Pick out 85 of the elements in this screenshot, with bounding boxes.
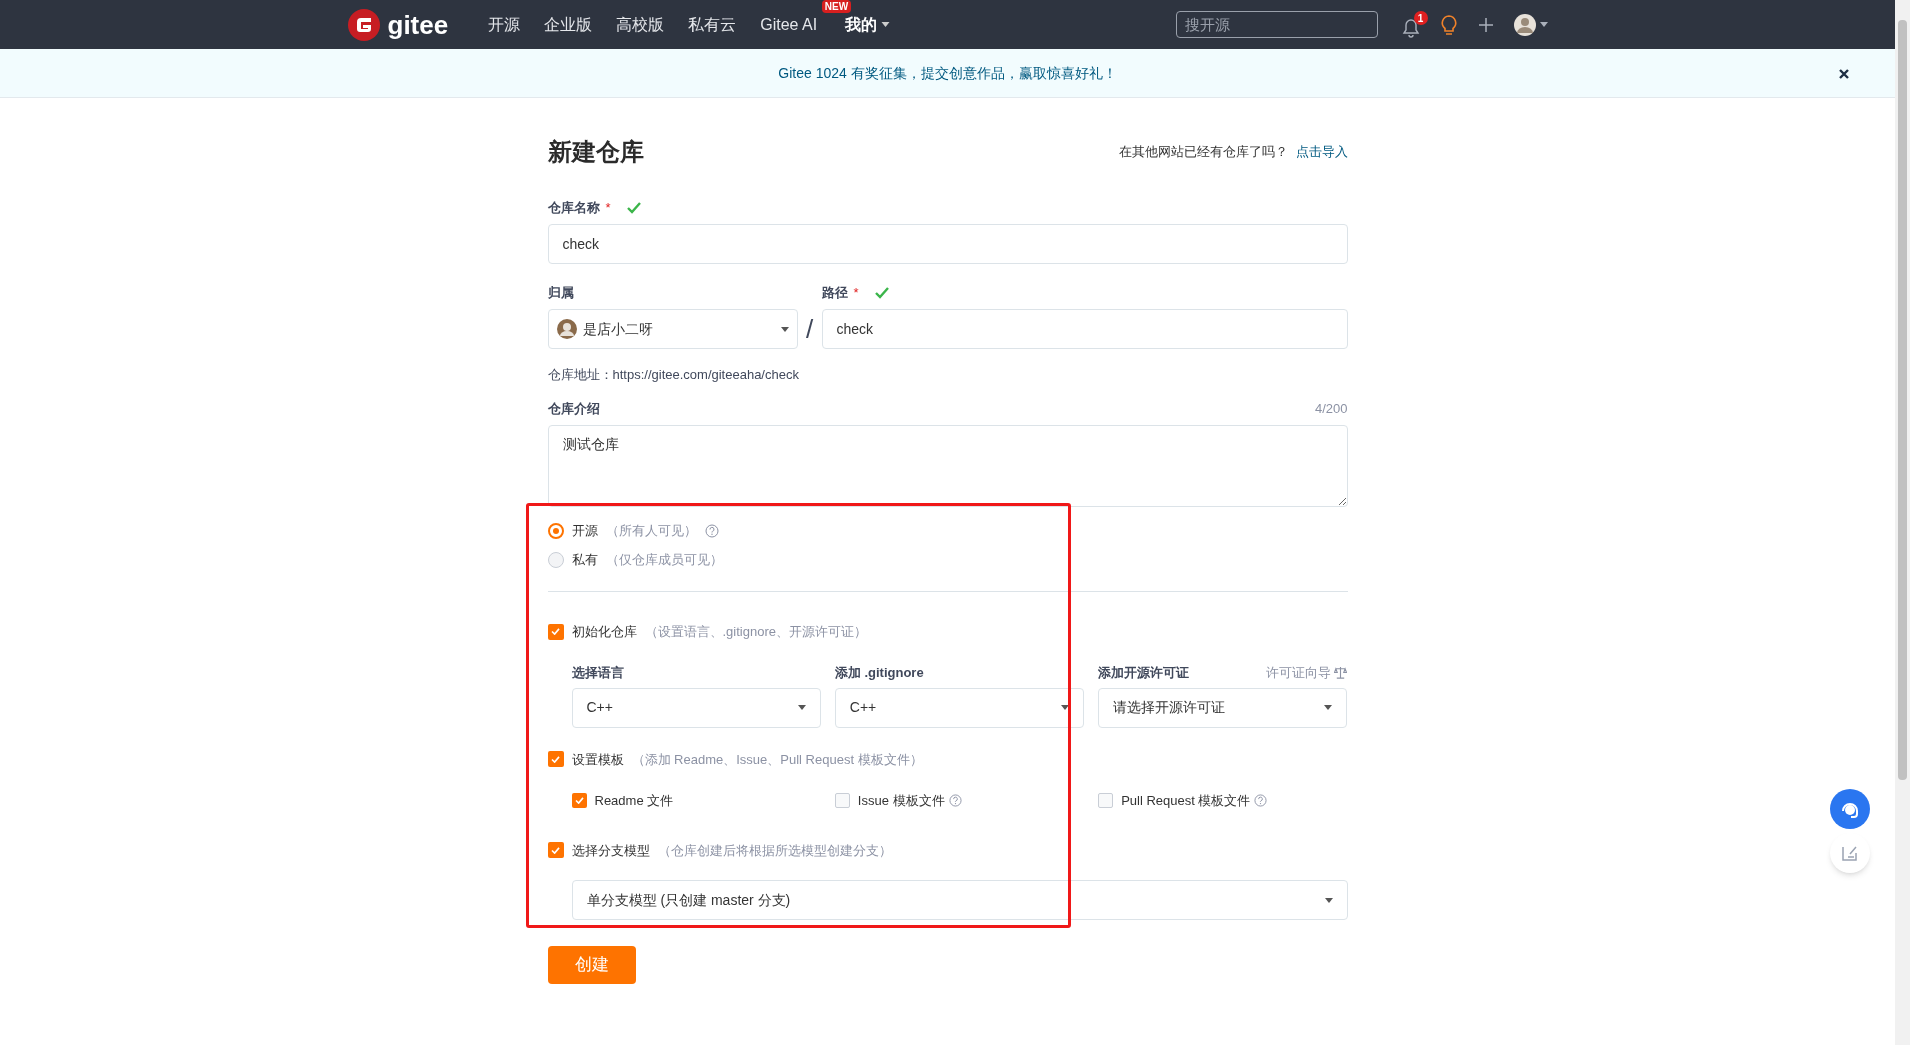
plus-icon[interactable] (1477, 16, 1494, 33)
radio-button[interactable] (547, 551, 564, 568)
option-label: 开源 (571, 521, 598, 540)
checkbox[interactable] (547, 751, 564, 768)
option-label: 私有 (571, 550, 598, 569)
caret-icon (797, 705, 806, 710)
required-mark: * (605, 199, 611, 218)
checkmark-icon (626, 202, 641, 214)
help-icon[interactable] (1254, 794, 1268, 808)
field-label: 添加开源许可证 (1098, 663, 1190, 682)
null (574, 797, 584, 805)
dropdown-select[interactable]: C++ (834, 687, 1085, 728)
option-hint: （设置语言、.gitignore、开源许可证） (644, 623, 867, 641)
checkbox[interactable] (834, 793, 850, 809)
avatar-icon (556, 319, 577, 339)
import-prompt: 在其他网站已经有仓库了吗？ (1118, 143, 1288, 162)
caret-icon (1324, 705, 1333, 710)
checkbox-label: 选择分支模型 (571, 841, 650, 860)
character-counter: 4/200 (1314, 399, 1348, 418)
dropdown-select[interactable]: 请选择开源许可证 (1098, 687, 1348, 728)
option-hint: （所有人可见） (605, 521, 697, 540)
repo-address: 仓库地址：https://gitee.com/giteeaha/check (547, 366, 800, 384)
description-field[interactable]: 测试仓库 (547, 425, 1348, 507)
option-hint: （仓库创建后将根据所选模型创建分支） (657, 841, 892, 860)
owner-select[interactable]: 是店小二呀 (547, 309, 798, 349)
required-mark: * (853, 284, 859, 303)
checkbox-label: Issue 模板文件 (857, 792, 945, 810)
field-label: 添加 .gitignore (834, 663, 924, 682)
caret-icon (1539, 22, 1548, 27)
user-menu[interactable] (1513, 13, 1548, 36)
edit-icon (1842, 845, 1858, 861)
option-hint: （添加 Readme、Issue、Pull Request 模板文件） (631, 750, 923, 769)
nav-menu[interactable]: 我的 (845, 12, 891, 37)
help-icon[interactable] (704, 523, 719, 538)
radio-button[interactable] (547, 522, 564, 539)
checkbox[interactable] (547, 623, 564, 640)
option-hint: （仅仓库成员可见） (605, 550, 723, 569)
field-label: 仓库介绍 (547, 399, 600, 418)
null (551, 755, 560, 763)
checkbox-label: Readme 文件 (594, 792, 674, 810)
help-icon[interactable] (948, 794, 962, 808)
notification-count: 1 (1413, 11, 1428, 25)
caret-icon (881, 22, 891, 27)
field-label: 选择语言 (571, 663, 624, 682)
nav-link[interactable]: Gitee AI (760, 15, 818, 33)
avatar-icon (1513, 13, 1536, 36)
new-badge: NEW (821, 0, 852, 13)
lightbulb-icon[interactable] (1439, 13, 1458, 36)
caret-icon (780, 326, 789, 332)
nav-link[interactable]: 开源 (488, 12, 521, 37)
checkbox-label: 初始化仓库 (571, 623, 637, 641)
search-field[interactable]: 搜开源 (1175, 11, 1378, 38)
checkbox[interactable] (571, 793, 587, 809)
gitee-logo[interactable]: gitee (347, 8, 449, 41)
page-title: 新建仓库 (547, 137, 644, 167)
null (551, 846, 560, 854)
checkmark-icon (874, 287, 889, 299)
notification-button[interactable]: 1 (1401, 11, 1428, 38)
caret-icon (1061, 705, 1070, 710)
branch-model-select[interactable]: 单分支模型 (只创建 master 分支) (571, 880, 1348, 920)
support-chat-button[interactable] (1830, 789, 1870, 829)
close-icon[interactable] (1838, 68, 1850, 80)
checkbox-label: 设置模板 (571, 750, 624, 769)
checkbox[interactable] (1098, 793, 1114, 809)
nav-link[interactable]: 企业版 (544, 12, 593, 37)
repo-name-field[interactable]: check (547, 224, 1348, 264)
null (551, 628, 560, 636)
caret-icon (1324, 897, 1333, 903)
feedback-button[interactable] (1830, 833, 1870, 873)
announcement-text[interactable]: Gitee 1024 有奖征集，提交创意作品，赢取惊喜好礼！ (778, 62, 1117, 84)
field-label: 仓库名称 (547, 199, 600, 218)
scrollbar[interactable] (1895, 0, 1910, 1045)
logo-icon (347, 8, 380, 41)
field-label: 路径 (821, 284, 848, 303)
scale-icon (1334, 666, 1348, 679)
nav-link[interactable]: 高校版 (616, 12, 665, 37)
path-separator: / (804, 313, 815, 346)
checkbox[interactable] (547, 842, 564, 859)
nav-link[interactable]: 私有云 (688, 12, 737, 37)
checkbox-label: Pull Request 模板文件 (1121, 792, 1251, 810)
field-label: 归属 (547, 284, 574, 303)
dropdown-select[interactable]: C++ (571, 687, 821, 728)
import-link[interactable]: 点击导入 (1295, 142, 1348, 162)
bell-icon (1401, 18, 1420, 38)
path-field[interactable]: check (821, 309, 1348, 349)
